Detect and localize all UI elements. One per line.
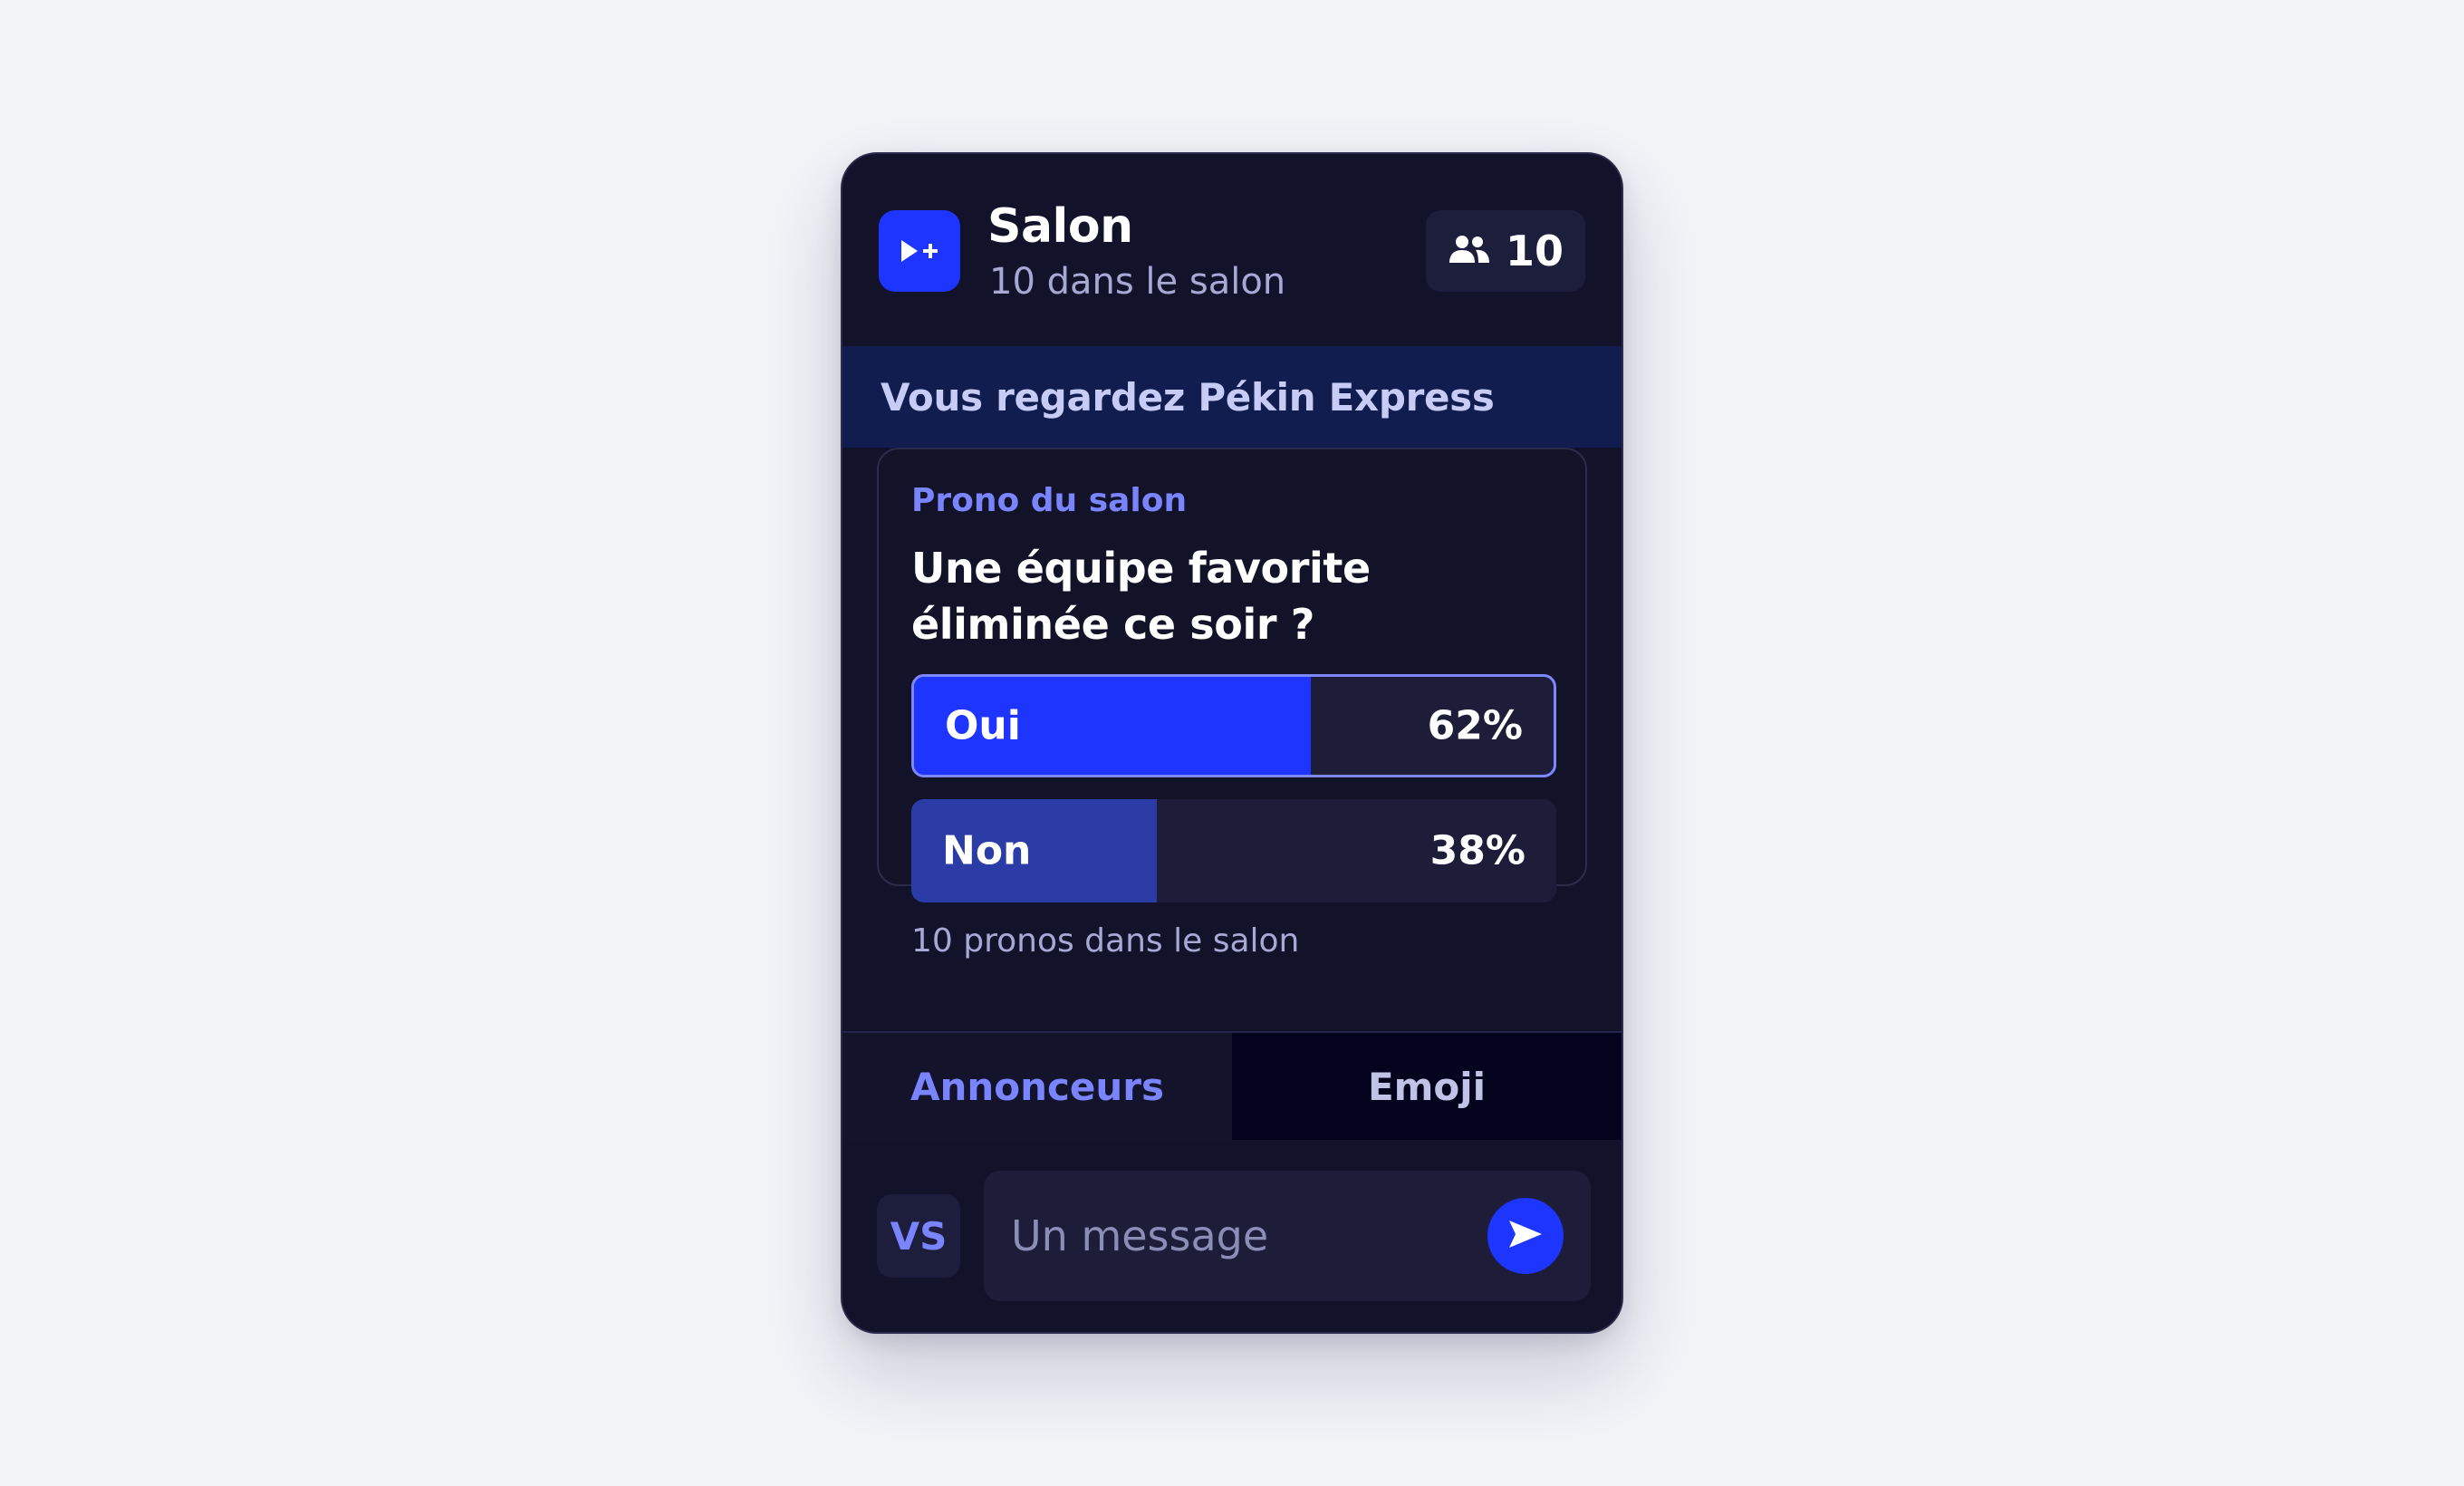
- members-count-button[interactable]: 10: [1426, 210, 1585, 292]
- poll-option-oui[interactable]: Oui 62%: [911, 674, 1556, 777]
- message-input[interactable]: [1011, 1171, 1464, 1301]
- poll-option-percent: 38%: [1429, 827, 1526, 874]
- tab-annonceurs[interactable]: Annonceurs: [842, 1033, 1232, 1140]
- poll-kicker: Prono du salon: [911, 482, 1188, 519]
- salon-header: Salon 10 dans le salon 10: [842, 154, 1622, 346]
- poll-option-label: Non: [942, 827, 1032, 874]
- message-composer: VS: [842, 1140, 1622, 1332]
- poll-option-percent: 62%: [1427, 702, 1523, 749]
- salon-panel: Salon 10 dans le salon 10 Vous regardez …: [841, 152, 1623, 1334]
- message-box: [984, 1171, 1591, 1301]
- users-icon: [1448, 234, 1491, 268]
- members-count: 10: [1505, 227, 1564, 275]
- page: Salon 10 dans le salon 10 Vous regardez …: [0, 0, 2464, 1486]
- send-button[interactable]: [1487, 1198, 1564, 1274]
- poll-option-non[interactable]: Non 38%: [911, 799, 1556, 902]
- now-watching-banner: Vous regardez Pékin Express: [842, 346, 1622, 448]
- poll-card: Prono du salon Une équipe favorite élimi…: [877, 448, 1587, 960]
- avatar[interactable]: VS: [877, 1194, 960, 1278]
- poll-footer: 10 pronos dans le salon: [911, 922, 1300, 960]
- salon-title: Salon: [987, 199, 1133, 254]
- poll-question: Une équipe favorite éliminée ce soir ?: [911, 544, 1371, 649]
- send-icon: [1507, 1219, 1544, 1253]
- tab-emoji[interactable]: Emoji: [1232, 1033, 1622, 1140]
- poll-option-label: Oui: [945, 702, 1021, 749]
- salon-subtitle: 10 dans le salon: [989, 261, 1286, 303]
- play-plus-icon[interactable]: [879, 210, 960, 292]
